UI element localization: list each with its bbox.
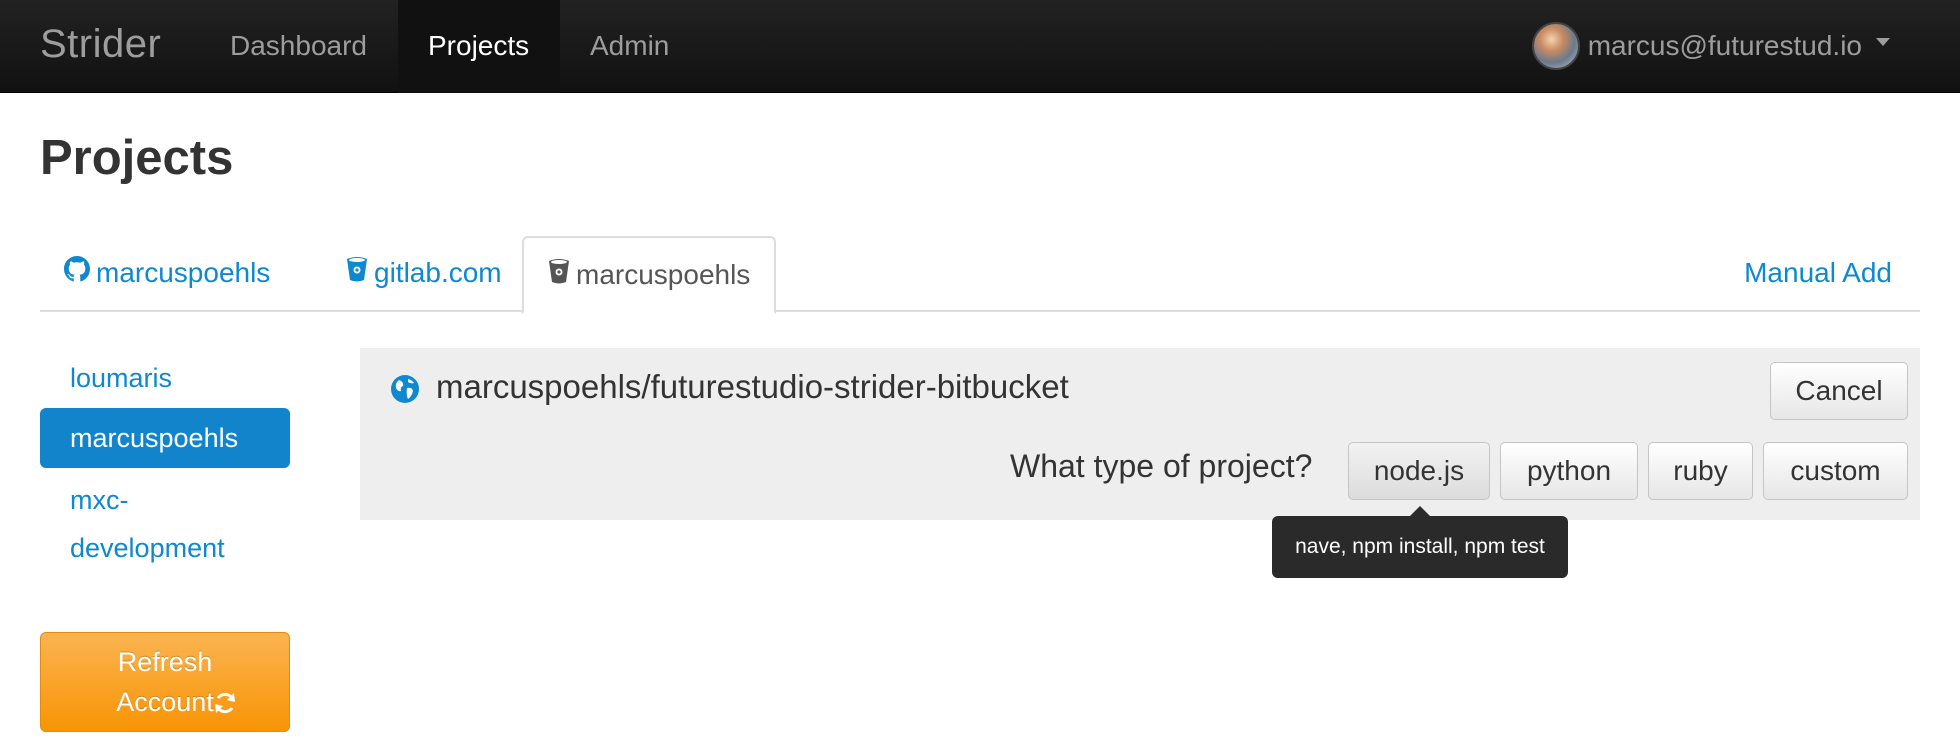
sidebar-item-mxc-development[interactable]: mxc-development <box>40 476 250 572</box>
provider-tabs: marcuspoehls gitlab.com marcuspoehls Man… <box>40 236 1920 314</box>
bucket-icon <box>346 236 368 310</box>
bucket-icon <box>548 238 570 312</box>
brand-logo[interactable]: Strider <box>40 22 161 67</box>
tab-bitbucket-marcuspoehls[interactable]: marcuspoehls <box>522 236 777 314</box>
refresh-icon <box>213 686 237 726</box>
cancel-button[interactable]: Cancel <box>1770 362 1908 420</box>
nav-projects[interactable]: Projects <box>398 0 560 93</box>
github-icon <box>64 236 90 310</box>
tab-gitlab[interactable]: gitlab.com <box>322 236 526 312</box>
avatar <box>1531 22 1580 70</box>
type-python-button[interactable]: python <box>1500 442 1638 500</box>
user-email: marcus@futurestud.io <box>1587 30 1862 61</box>
top-navbar: Strider Dashboard Projects Admin marcus@… <box>0 0 1960 93</box>
nav-admin[interactable]: Admin <box>560 0 699 93</box>
tab-label: marcuspoehls <box>96 257 271 288</box>
nav-dashboard[interactable]: Dashboard <box>200 0 397 93</box>
tab-label: marcuspoehls <box>576 259 751 290</box>
sidebar-item-marcuspoehls[interactable]: marcuspoehls <box>40 408 290 468</box>
manual-add-link[interactable]: Manual Add <box>1744 236 1892 312</box>
globe-icon <box>390 374 420 409</box>
type-ruby-button[interactable]: ruby <box>1648 442 1753 500</box>
refresh-account-button[interactable]: Refresh Account <box>40 632 290 732</box>
sidebar-item-loumaris[interactable]: loumaris <box>40 356 290 400</box>
nodejs-tooltip: nave, npm install, npm test <box>1272 516 1568 578</box>
user-menu[interactable]: marcus@futurestud.io <box>1531 22 1890 70</box>
tab-github-marcuspoehls[interactable]: marcuspoehls <box>40 236 294 312</box>
repo-panel: marcuspoehls/futurestudio-strider-bitbuc… <box>360 348 1920 520</box>
type-nodejs-button[interactable]: node.js <box>1348 442 1490 500</box>
tab-label: gitlab.com <box>374 257 502 288</box>
repo-name: marcuspoehls/futurestudio-strider-bitbuc… <box>436 368 1069 405</box>
page-title: Projects <box>40 131 234 185</box>
type-custom-button[interactable]: custom <box>1763 442 1908 500</box>
project-type-question: What type of project? <box>1010 448 1313 484</box>
caret-down-icon <box>1876 38 1890 46</box>
